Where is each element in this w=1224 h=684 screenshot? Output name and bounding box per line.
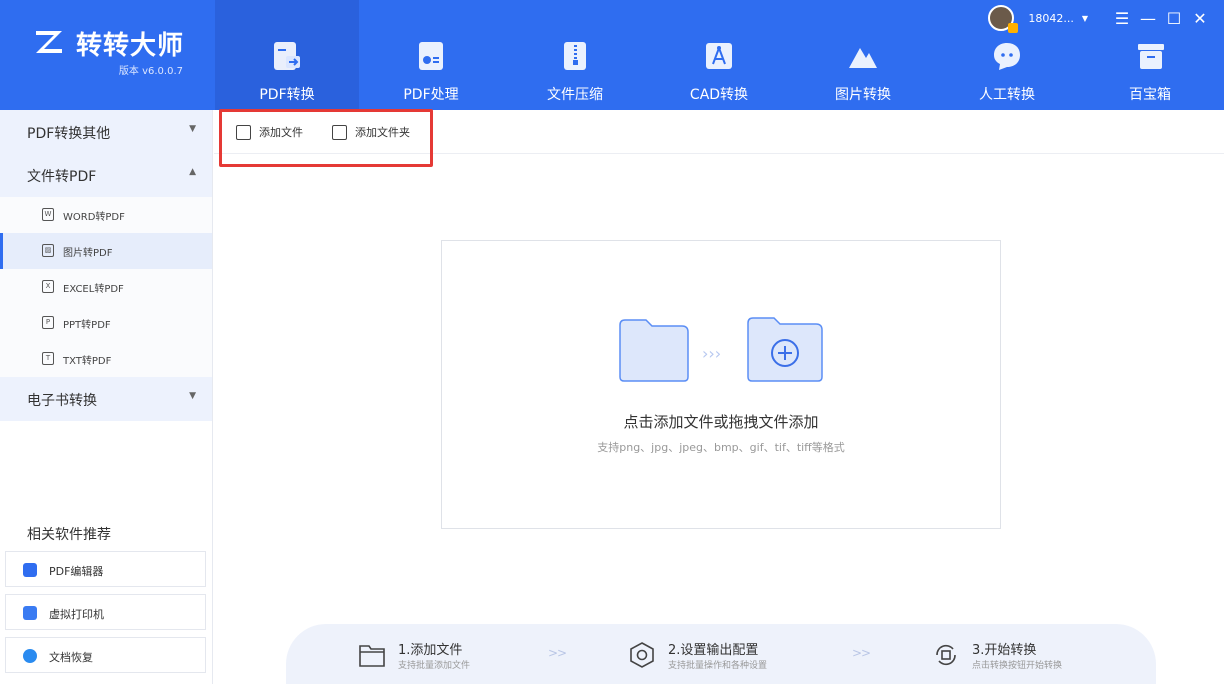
user-name[interactable]: 18042... xyxy=(1028,12,1073,25)
user-dropdown-caret-icon[interactable]: ▼ xyxy=(1082,14,1088,23)
app-logo-icon xyxy=(36,31,62,53)
step-separator-icon: >> xyxy=(852,646,871,660)
step-title: 1.添加文件 xyxy=(398,643,463,658)
nav-tab-label: PDF转换 xyxy=(259,87,315,103)
app-logo-block: 转转大师 版本 v6.0.0.7 xyxy=(0,0,213,110)
nav-tab-label: 文件压缩 xyxy=(547,87,603,103)
nav-tab-label: CAD转换 xyxy=(689,87,749,103)
chevron-down-icon: ▼ xyxy=(189,391,196,401)
chevron-up-icon: ▲ xyxy=(189,167,196,177)
nav-tab-label: 图片转换 xyxy=(835,87,891,103)
sidebar-item-txt-to-pdf[interactable]: T TXT转PDF xyxy=(0,341,212,377)
nav-tab-pdf-convert[interactable]: PDF转换 xyxy=(215,0,359,110)
add-folder-icon xyxy=(332,124,347,140)
nav-tab-pdf-process[interactable]: PDF处理 xyxy=(359,0,503,110)
sidebar-category-label: 电子书转换 xyxy=(27,393,97,409)
nav-tab-file-compress[interactable]: 文件压缩 xyxy=(503,0,647,110)
step-title: 2.设置输出配置 xyxy=(668,643,759,658)
sidebar-item-label: EXCEL转PDF xyxy=(63,284,124,295)
recovery-icon xyxy=(23,649,37,663)
nav-tab-label: PDF处理 xyxy=(403,87,459,103)
vip-badge-icon xyxy=(1008,23,1019,33)
step-desc: 点击转换按钮开始转换 xyxy=(972,661,1063,671)
ppt-file-icon: P xyxy=(42,316,54,329)
sidebar-category-ebook[interactable]: 电子书转换 ▼ xyxy=(0,377,212,421)
add-file-label: 添加文件 xyxy=(259,126,303,139)
recommend-label: 文档恢复 xyxy=(49,651,93,664)
nav-tab-label: 百宝箱 xyxy=(1129,87,1171,103)
sidebar-category-label: PDF转换其他 xyxy=(27,126,111,142)
recommend-label: PDF编辑器 xyxy=(49,565,104,578)
user-avatar[interactable] xyxy=(988,5,1019,33)
menu-icon[interactable]: ☰ xyxy=(1112,9,1132,28)
sidebar-item-ppt-to-pdf[interactable]: P PPT转PDF xyxy=(0,305,212,341)
nav-tab-cad-convert[interactable]: CAD转换 xyxy=(647,0,791,110)
add-file-button[interactable]: 添加文件 xyxy=(236,122,303,142)
maximize-icon[interactable]: ☐ xyxy=(1164,9,1184,28)
recommend-doc-recovery[interactable]: 文档恢复 xyxy=(5,637,206,673)
sidebar: PDF转换其他 ▼ 文件转PDF ▲ W WORD转PDF ▨ 图片转PDF X… xyxy=(0,110,213,684)
sidebar-item-label: PPT转PDF xyxy=(63,320,111,331)
printer-icon xyxy=(23,606,37,620)
minimize-icon[interactable]: — xyxy=(1138,9,1158,28)
svg-text:›››: ››› xyxy=(702,344,721,363)
pdf-convert-icon xyxy=(274,42,300,70)
sidebar-category-label: 文件转PDF xyxy=(27,169,97,185)
app-version: 版本 v6.0.0.7 xyxy=(118,66,183,77)
image-file-icon: ▨ xyxy=(42,244,54,257)
add-folder-label: 添加文件夹 xyxy=(355,126,410,139)
recommend-pdf-editor[interactable]: PDF编辑器 xyxy=(5,551,206,587)
folder-outline-icon xyxy=(359,645,385,667)
top-header: 转转大师 版本 v6.0.0.7 PDF转换 PDF处理 文件压缩 CAD转换 … xyxy=(0,0,1224,110)
sidebar-item-label: WORD转PDF xyxy=(63,212,125,223)
pdf-process-icon xyxy=(419,42,443,70)
txt-file-icon: T xyxy=(42,352,54,365)
chat-bubble-icon xyxy=(994,43,1020,70)
sidebar-item-excel-to-pdf[interactable]: X EXCEL转PDF xyxy=(0,269,212,305)
excel-file-icon: X xyxy=(42,280,54,293)
nav-tab-label: 人工转换 xyxy=(979,87,1035,103)
drop-zone-formats: 支持png、jpg、jpeg、bmp、gif、tif、tiff等格式 xyxy=(597,441,845,454)
chevron-down-icon: ▼ xyxy=(189,124,196,134)
close-icon[interactable]: ✕ xyxy=(1190,9,1210,28)
cad-icon xyxy=(706,43,732,69)
pdf-editor-icon xyxy=(23,563,37,577)
sidebar-category-pdf-to-other[interactable]: PDF转换其他 ▼ xyxy=(0,110,212,153)
drop-zone-title: 点击添加文件或拖拽文件添加 xyxy=(623,413,819,431)
step-separator-icon: >> xyxy=(548,646,567,660)
add-folder-button[interactable]: 添加文件夹 xyxy=(332,122,410,142)
recommend-virtual-printer[interactable]: 虚拟打印机 xyxy=(5,594,206,630)
folder-transfer-icon: ››› xyxy=(619,317,823,382)
recommend-title: 相关软件推荐 xyxy=(27,527,111,543)
image-mountain-icon xyxy=(849,48,877,68)
toolbar: 添加文件 添加文件夹 xyxy=(214,110,1224,154)
add-file-icon xyxy=(236,124,251,140)
toolbox-icon xyxy=(1138,44,1164,69)
step-desc: 支持批量操作和各种设置 xyxy=(668,661,768,671)
recommend-label: 虚拟打印机 xyxy=(49,608,104,621)
settings-hexagon-icon xyxy=(630,642,654,668)
step-title: 3.开始转换 xyxy=(972,643,1037,658)
sidebar-item-image-to-pdf[interactable]: ▨ 图片转PDF xyxy=(0,233,212,269)
steps-bar: 1.添加文件 支持批量添加文件 >> 2.设置输出配置 支持批量操作和各种设置 … xyxy=(286,624,1156,684)
convert-cycle-icon xyxy=(936,644,956,666)
file-drop-zone[interactable]: ››› 点击添加文件或拖拽文件添加 支持png、jpg、jpeg、bmp、gif… xyxy=(441,240,1001,529)
window-controls: 18042... ▼ ☰ — ☐ ✕ xyxy=(988,4,1210,33)
sidebar-item-label: TXT转PDF xyxy=(63,356,112,367)
app-title: 转转大师 xyxy=(76,31,185,61)
nav-tab-image-convert[interactable]: 图片转换 xyxy=(791,0,935,110)
word-file-icon: W xyxy=(42,208,54,221)
step-desc: 支持批量添加文件 xyxy=(398,661,471,671)
sidebar-item-word-to-pdf[interactable]: W WORD转PDF xyxy=(0,197,212,233)
sidebar-category-file-to-pdf[interactable]: 文件转PDF ▲ xyxy=(0,153,212,197)
zip-icon xyxy=(564,42,586,70)
sidebar-item-label: 图片转PDF xyxy=(63,248,113,259)
